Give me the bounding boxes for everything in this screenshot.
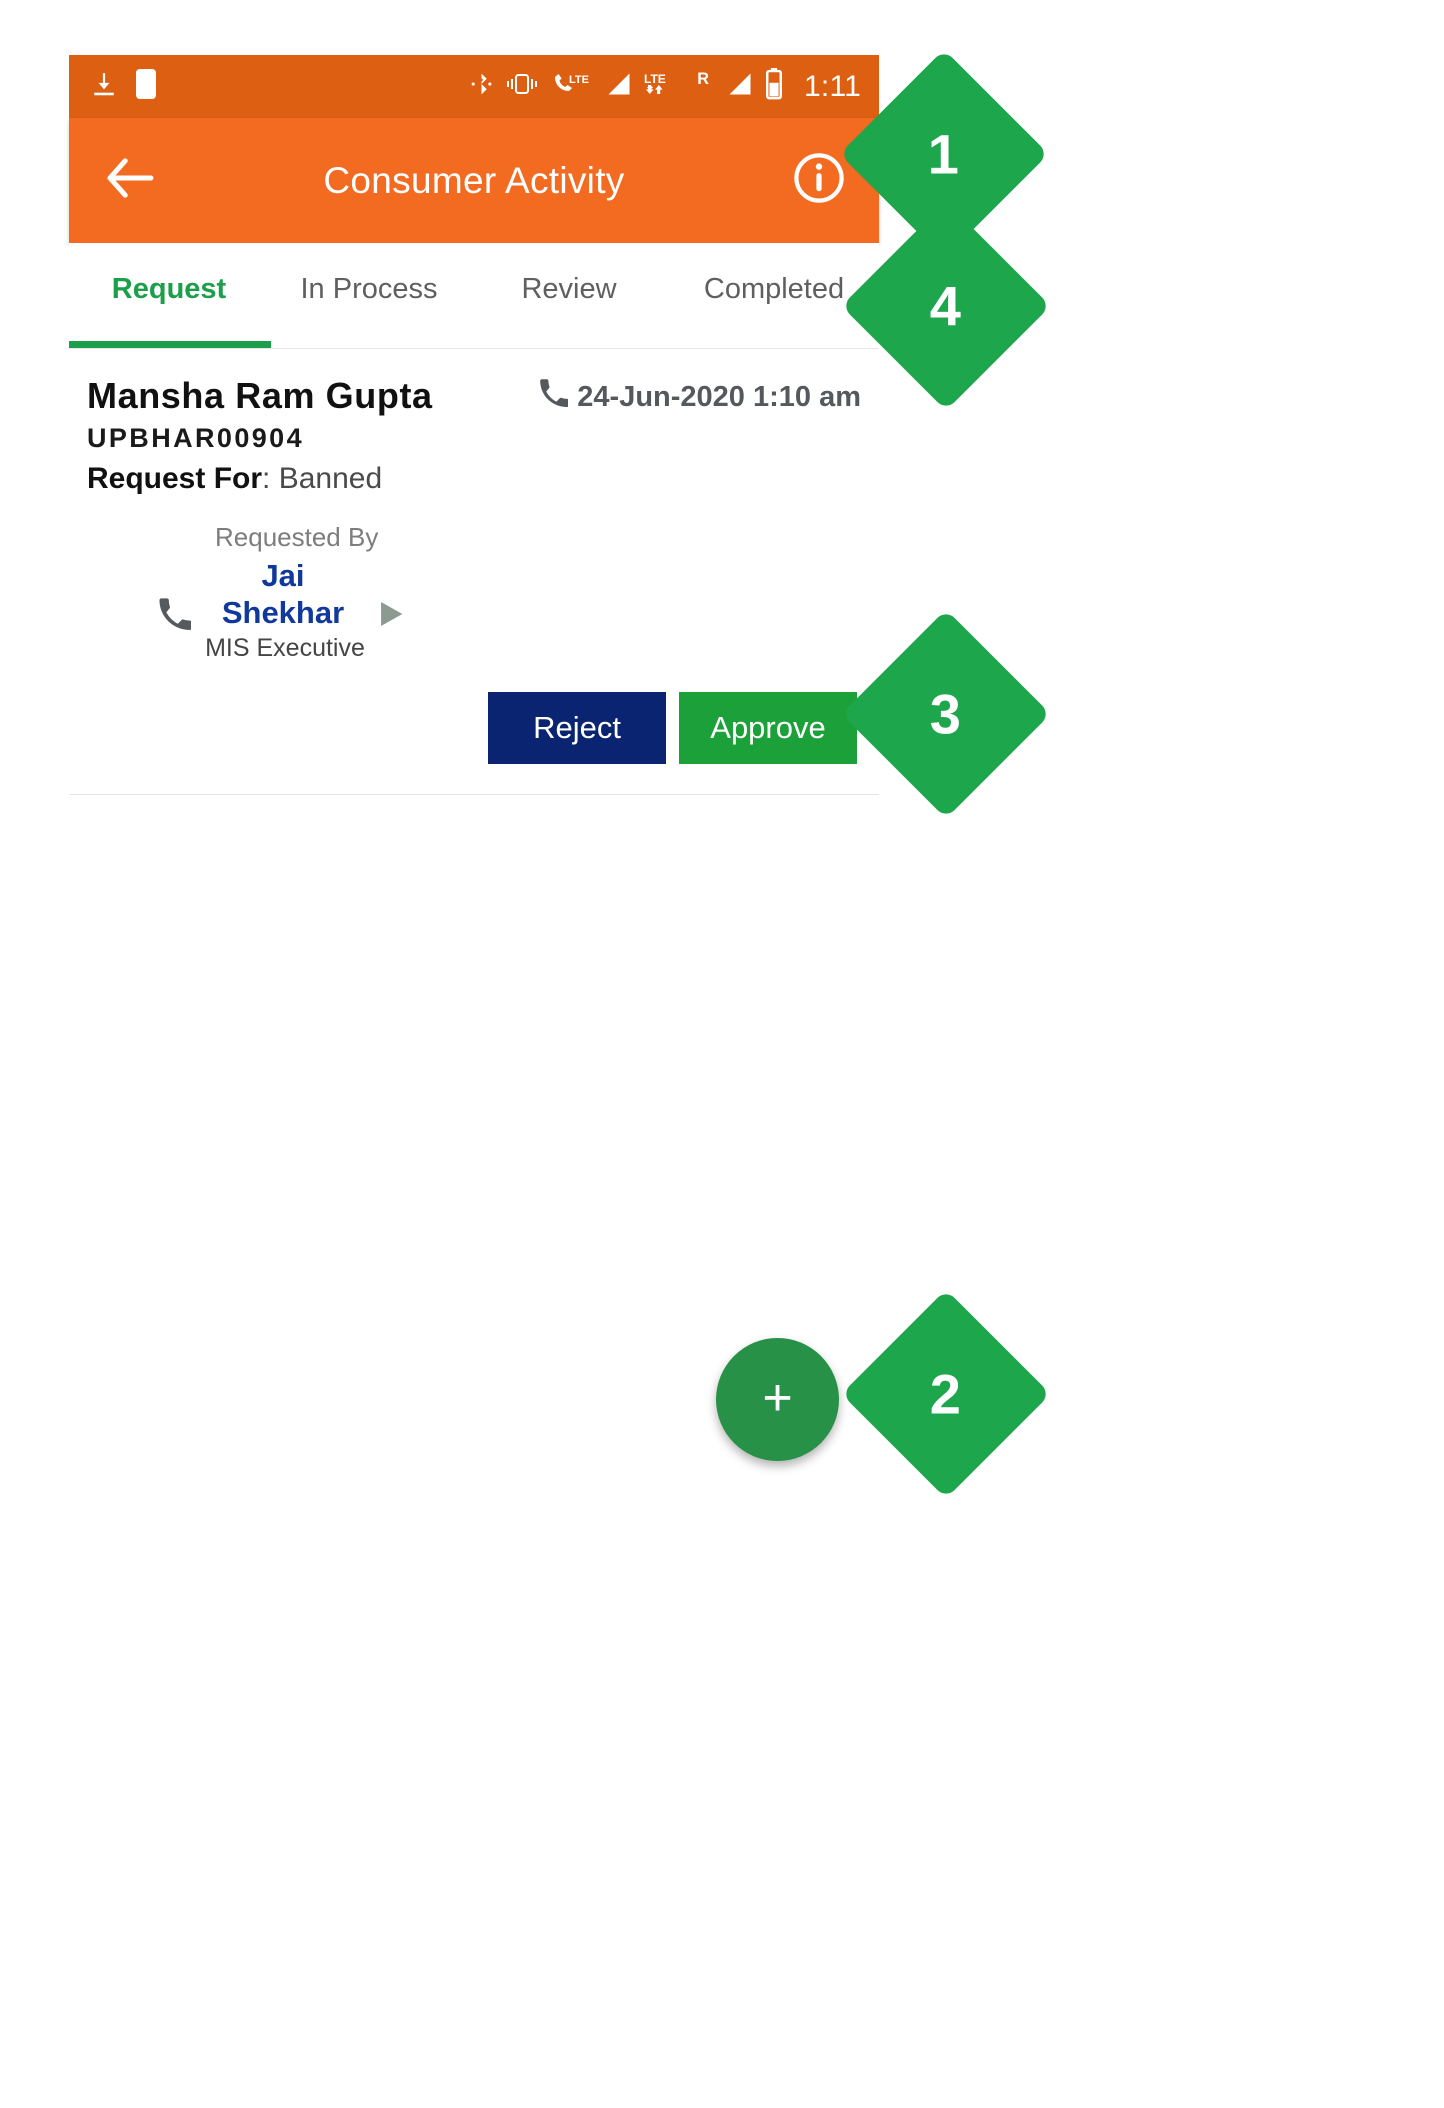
status-bar-clock: 1:11 <box>804 69 861 103</box>
play-triangle-icon[interactable] <box>374 597 408 636</box>
request-date-text: 24-Jun-2020 1:10 am <box>577 380 861 413</box>
battery-icon <box>765 68 783 105</box>
tab-request[interactable]: Request <box>69 243 271 348</box>
card-header-row: Mansha Ram Gupta 24-Jun-2020 1:10 am <box>69 375 879 417</box>
status-bar-right-icons: LTE LTE R 1:11 <box>469 68 861 105</box>
app-bar: Consumer Activity <box>69 118 879 243</box>
tab-indicator-inactive <box>669 341 879 348</box>
add-fab-button[interactable]: + <box>716 1338 839 1461</box>
requested-by-role: MIS Executive <box>205 634 365 662</box>
tab-in-process-label: In Process <box>300 273 438 305</box>
status-bar: LTE LTE R 1:11 <box>69 55 879 118</box>
tab-indicator-inactive <box>469 341 669 348</box>
callout-badge-2-number: 2 <box>930 1362 962 1426</box>
lte-call-icon: LTE <box>550 69 594 104</box>
signal-bars-2-icon <box>726 69 754 104</box>
signal-bars-icon <box>605 69 633 104</box>
phone-icon <box>538 378 569 416</box>
reject-button[interactable]: Reject <box>488 692 666 764</box>
callout-badge-1-number: 1 <box>928 122 960 186</box>
tab-review-label: Review <box>521 273 617 305</box>
vibrate-icon <box>505 69 539 104</box>
callout-badge-4-number: 4 <box>930 274 962 338</box>
download-icon <box>91 70 117 103</box>
tab-completed[interactable]: Completed <box>669 243 879 348</box>
svg-text:LTE: LTE <box>569 74 589 86</box>
tab-completed-label: Completed <box>703 273 845 305</box>
card-action-buttons: Reject Approve <box>69 692 879 794</box>
bluetooth-icon <box>469 69 494 104</box>
svg-text:R: R <box>697 70 709 88</box>
tab-bar: Request In Process Review Completed <box>69 243 879 349</box>
page-title: Consumer Activity <box>323 159 625 201</box>
request-card[interactable]: Mansha Ram Gupta 24-Jun-2020 1:10 am UPB… <box>69 349 879 795</box>
approve-button[interactable]: Approve <box>679 692 857 764</box>
tab-active-indicator <box>69 341 271 348</box>
phone-screen: LTE LTE R 1:11 Consumer Activity Request… <box>69 55 879 2039</box>
phone-icon[interactable] <box>157 597 192 636</box>
request-datetime: 24-Jun-2020 1:10 am <box>538 378 861 416</box>
lte-data-arrows-icon: LTE <box>644 69 686 104</box>
request-for-value: : Banned <box>262 462 383 495</box>
requested-by-label: Requested By <box>215 522 379 552</box>
status-bar-left-icons <box>91 69 157 104</box>
requested-by-name[interactable]: Jai Shekhar <box>215 558 351 631</box>
request-for-row: Request For: Banned <box>69 454 879 496</box>
tab-indicator-inactive <box>269 341 469 348</box>
tab-review[interactable]: Review <box>469 243 669 348</box>
requested-by-block: Requested By Jai Shekhar MIS Executive <box>69 522 879 692</box>
tab-in-process[interactable]: In Process <box>269 243 469 348</box>
callout-badge-3-number: 3 <box>930 682 962 746</box>
do-not-disturb-moon-icon <box>135 69 157 104</box>
tab-request-label: Request <box>111 273 227 305</box>
customer-code: UPBHAR00904 <box>87 423 304 453</box>
roaming-r-icon: R <box>697 69 715 104</box>
info-circle-icon[interactable] <box>793 152 845 209</box>
request-for-label: Request For <box>87 462 263 495</box>
svg-text:LTE: LTE <box>644 72 666 86</box>
plus-icon: + <box>762 1368 793 1427</box>
customer-name: Mansha Ram Gupta <box>87 375 433 416</box>
back-arrow-icon[interactable] <box>105 157 155 204</box>
